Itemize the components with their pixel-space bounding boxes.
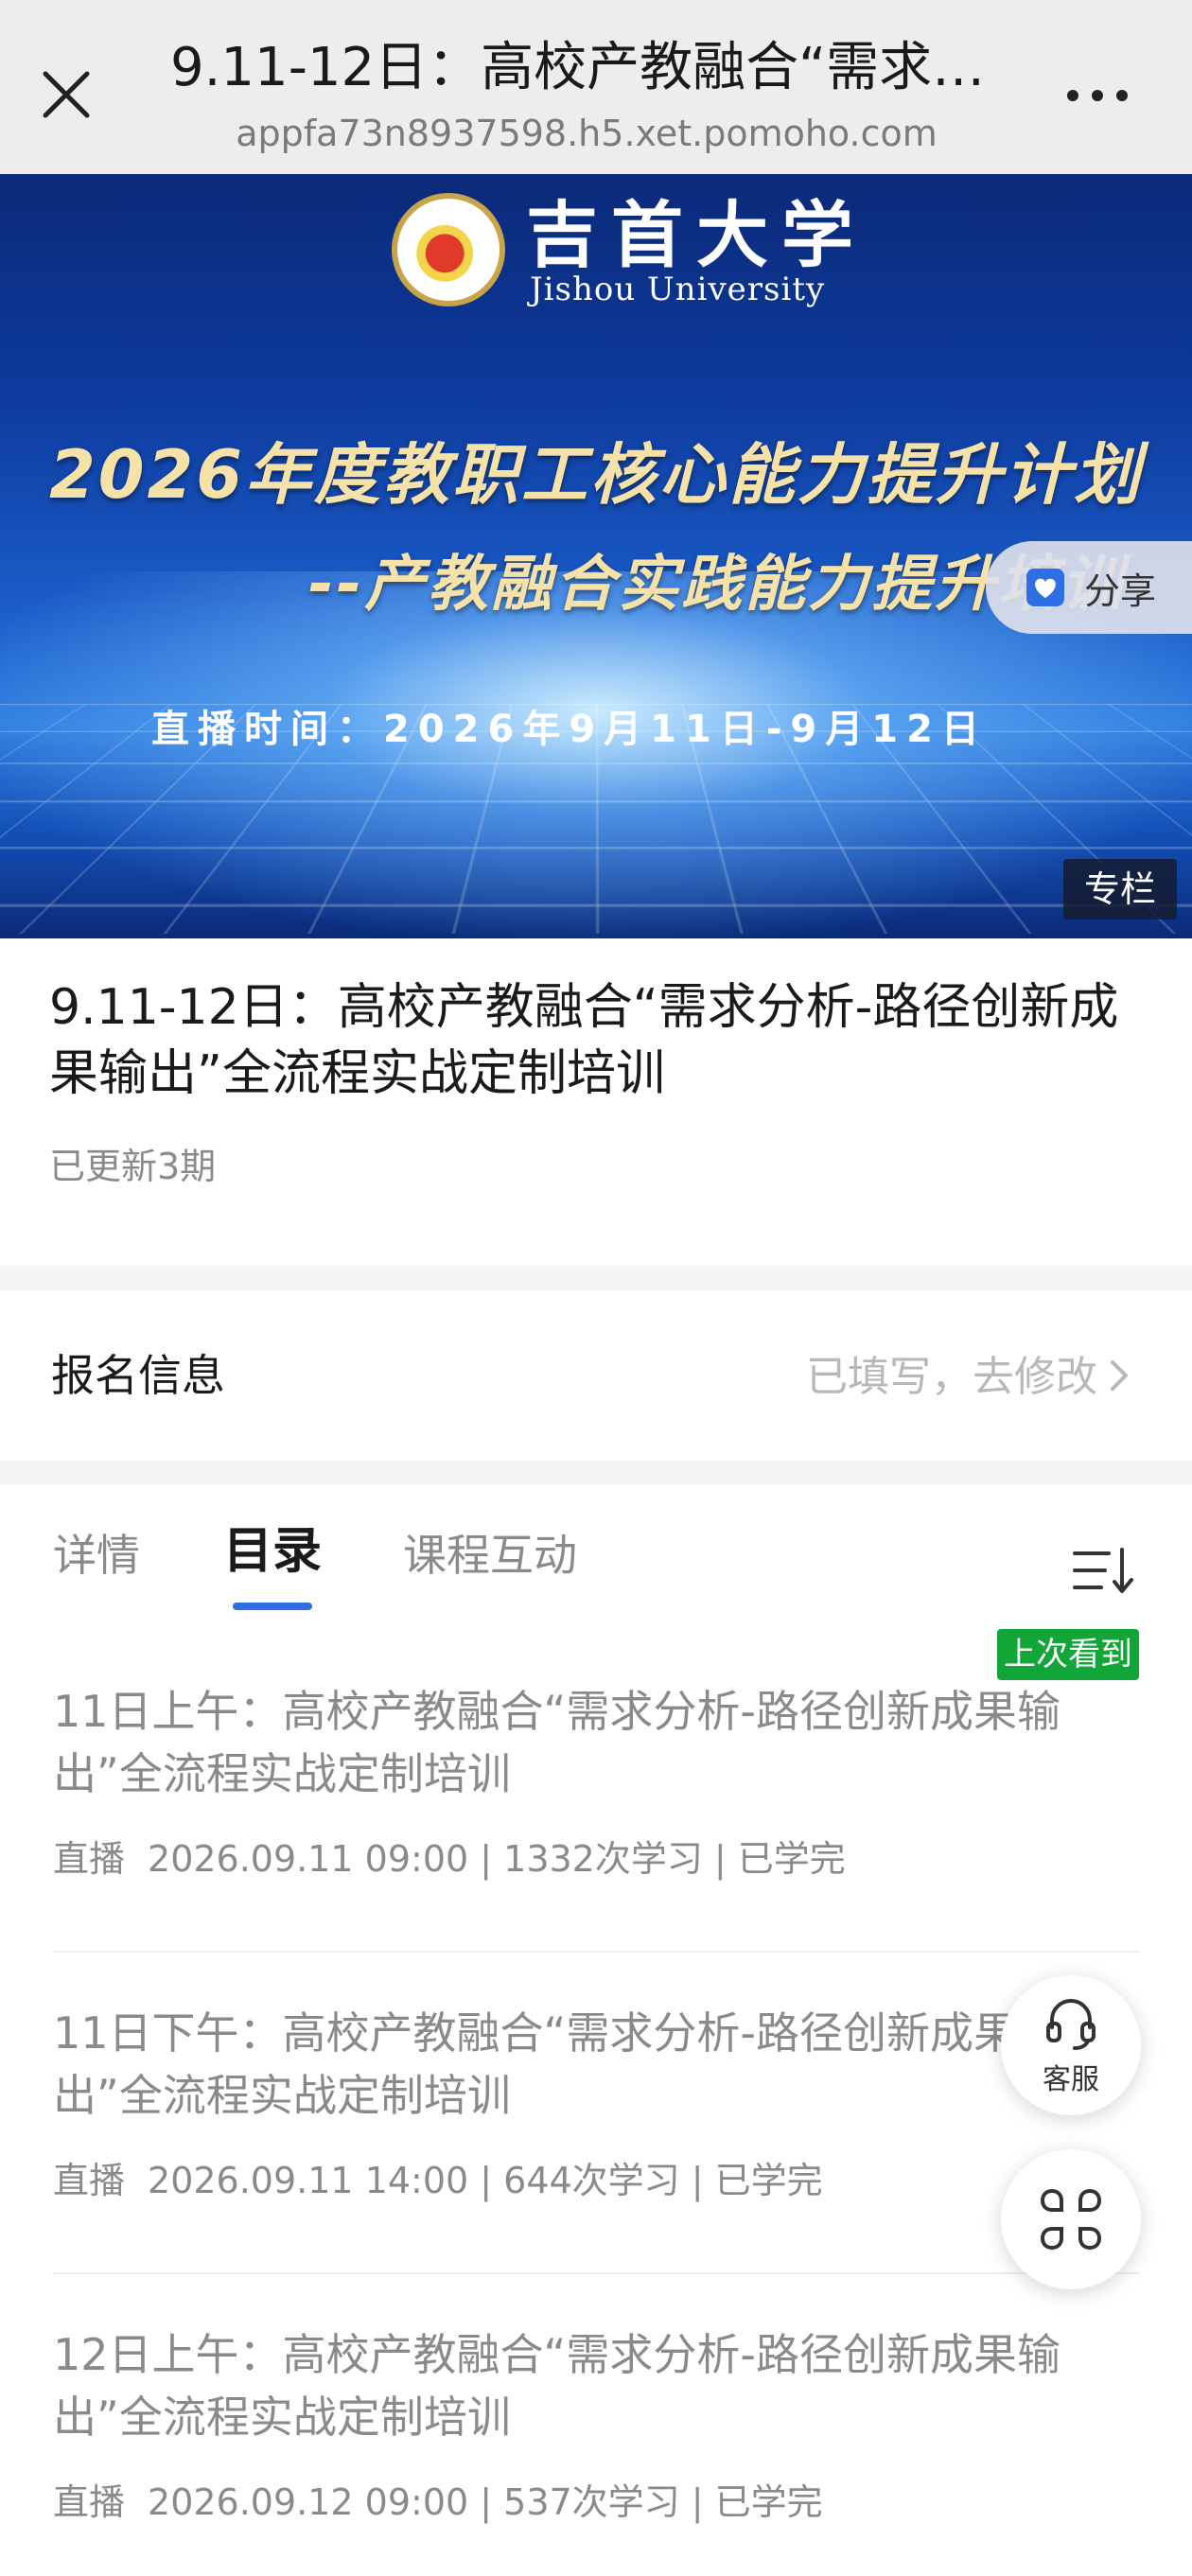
close-button[interactable] <box>26 55 106 134</box>
banner-headline: 2026年度教职工核心能力提升计划 <box>49 436 1143 514</box>
more-dots-icon <box>1067 90 1078 101</box>
signup-info-row[interactable]: 报名信息 已填写，去修改 <box>0 1290 1192 1461</box>
signup-status: 已填写，去修改 <box>806 1353 1097 1401</box>
customer-service-button[interactable]: 客服 <box>1001 1975 1141 2115</box>
top-bar: 9.11-12日：高校产教融合“需求分析-路径创新成果输出”全流程实战定制培训 … <box>0 0 1192 174</box>
catalog-item[interactable]: 11日下午：高校产教融合“需求分析-路径创新成果输出”全流程实战定制培训 直播 2… <box>53 2002 1137 2204</box>
catalog-item-info: 2026.09.11 09:00 | 1332次学习 | 已学完 <box>148 1838 846 1880</box>
section-divider <box>0 1461 1192 1485</box>
catalog-item-kind: 直播 <box>53 2160 126 2201</box>
list-divider <box>53 1951 1139 1953</box>
tab-interaction[interactable]: 课程互动 <box>403 1527 577 1584</box>
catalog-item-info: 2026.09.12 09:00 | 537次学习 | 已学完 <box>148 2481 823 2523</box>
quick-menu-button[interactable] <box>1001 2149 1141 2289</box>
tab-catalog[interactable]: 目录 <box>223 1523 322 1580</box>
signup-label: 报名信息 <box>51 1350 225 1401</box>
grid-menu-icon <box>1040 2188 1102 2251</box>
catalog-item-title: 11日下午：高校产教融合“需求分析-路径创新成果输出”全流程实战定制培训 <box>53 2007 1061 2121</box>
more-dot <box>1092 90 1103 101</box>
page-url: appfa73n8937598.h5.xet.pomoho.com <box>236 113 938 154</box>
share-label: 分享 <box>1084 570 1157 612</box>
university-logo-en: Jishou University <box>530 271 826 308</box>
customer-service-label: 客服 <box>1043 2063 1099 2096</box>
course-tabs: 详情 目录 课程互动 <box>0 1485 1192 1618</box>
sort-icon[interactable] <box>1069 1542 1145 1599</box>
catalog-item[interactable]: 11日上午：高校产教融合“需求分析-路径创新成果输出”全流程实战定制培训 直播 2… <box>53 1680 1137 1883</box>
university-seal-icon <box>392 193 505 307</box>
catalog-item-title: 12日上午：高校产教融合“需求分析-路径创新成果输出”全流程实战定制培训 <box>53 2329 1061 2443</box>
headset-icon <box>1046 1998 1096 2050</box>
more-dot <box>1116 90 1128 101</box>
course-banner: 吉首大学 Jishou University 2026年度教职工核心能力提升计划… <box>0 174 1192 938</box>
course-title: 9.11-12日：高校产教融合“需求分析-路径创新成果输出”全流程实战定制培训 <box>49 979 1119 1102</box>
catalog-item-info: 2026.09.11 14:00 | 644次学习 | 已学完 <box>148 2160 823 2201</box>
catalog-item[interactable]: 12日上午：高校产教融合“需求分析-路径创新成果输出”全流程实战定制培训 直播 2… <box>53 2323 1137 2526</box>
banner-live-time: 直播时间：2026年9月11日-9月12日 <box>151 708 988 751</box>
catalog-item-meta: 直播 2026.09.11 09:00 | 1332次学习 | 已学完 <box>53 1835 1137 1883</box>
university-logo-cn: 吉首大学 <box>526 193 867 277</box>
tab-details[interactable]: 详情 <box>53 1527 140 1584</box>
catalog-item-kind: 直播 <box>53 1838 126 1880</box>
active-tab-indicator <box>233 1603 312 1610</box>
close-icon <box>43 71 90 118</box>
more-options-button[interactable] <box>1050 62 1145 129</box>
catalog-item-meta: 直播 2026.09.11 14:00 | 644次学习 | 已学完 <box>53 2157 1137 2204</box>
catalog-item-title: 11日上午：高校产教融合“需求分析-路径创新成果输出”全流程实战定制培训 <box>53 1686 1061 1799</box>
page-title: 9.11-12日：高校产教融合“需求分析-路径创新成果输出”全流程实战定制培训 <box>170 37 1003 98</box>
share-button[interactable]: 分享 <box>986 541 1192 634</box>
last-seen-badge: 上次看到 <box>997 1629 1139 1680</box>
catalog-item-meta: 直播 2026.09.12 09:00 | 537次学习 | 已学完 <box>53 2479 1137 2526</box>
share-heart-icon <box>1026 569 1064 606</box>
section-divider <box>0 1266 1192 1290</box>
column-tag: 专栏 <box>1063 859 1177 920</box>
list-divider <box>53 2272 1139 2274</box>
chevron-right-icon <box>1111 1360 1128 1391</box>
course-update-count: 已更新3期 <box>49 1146 217 1187</box>
catalog-item-kind: 直播 <box>53 2481 126 2523</box>
